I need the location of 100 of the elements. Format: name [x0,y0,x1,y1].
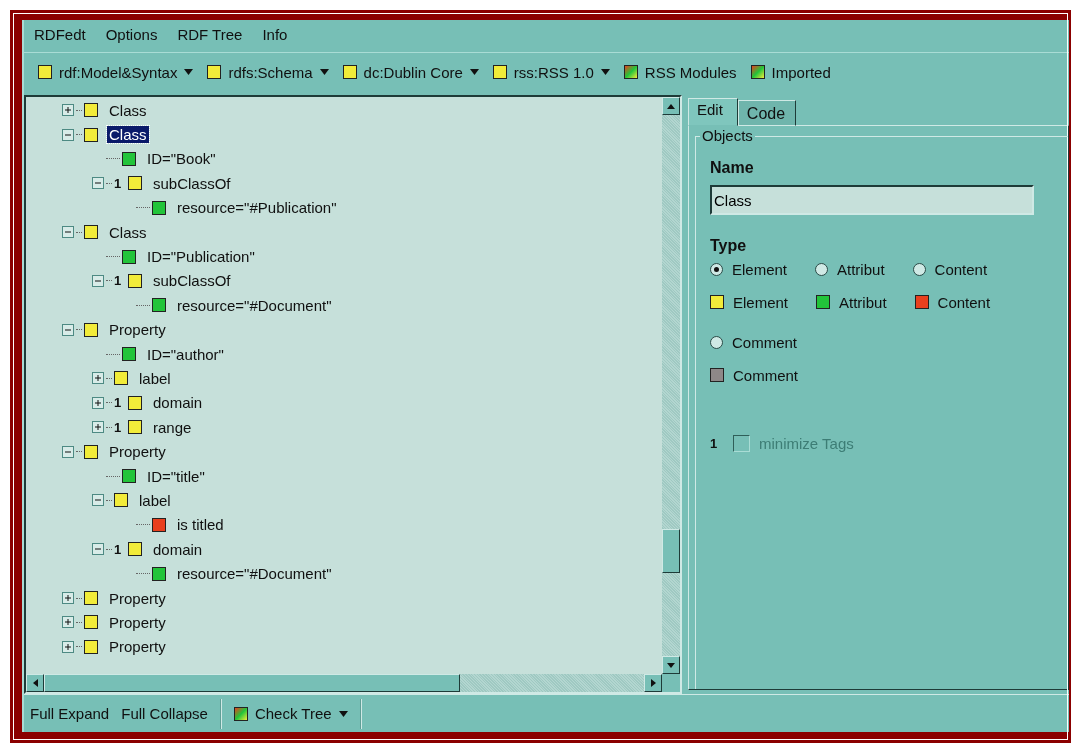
toolbar-item[interactable]: RSS Modules [644,63,737,81]
scroll-up-icon[interactable] [667,103,675,109]
node-type-icon [84,225,98,240]
node-type-icon [152,566,166,581]
radio-label[interactable]: Content [934,260,988,278]
legend-swatch [710,295,724,309]
field-label: Name [710,159,755,177]
radio-button[interactable] [710,335,723,349]
expand-icon[interactable] [62,104,74,117]
caret-icon[interactable] [338,710,348,717]
collapse-icon[interactable] [62,445,74,458]
collapse-icon[interactable] [92,543,104,556]
vertical-scrollbar[interactable] [662,97,680,674]
tree-item[interactable]: ID="Publication" [145,248,257,266]
expand-icon[interactable] [62,640,74,653]
namespace-icon[interactable] [623,65,638,79]
node-type-icon [128,176,142,191]
toolbar-item[interactable]: Imported [771,63,831,81]
tree-item[interactable]: resource="#Document" [175,565,334,583]
tree-item[interactable]: label [137,370,173,387]
namespace-icon[interactable] [342,65,357,79]
tree-item[interactable]: subClassOf [151,174,233,192]
expand-icon[interactable] [92,372,104,385]
collapse-icon[interactable] [92,177,104,190]
caret-icon[interactable] [469,69,479,75]
tab[interactable]: Edit [688,98,738,126]
collapse-icon[interactable] [92,274,104,287]
toolbar-button[interactable]: Full Expand [30,705,110,722]
node-type-icon [152,298,166,313]
node-type-icon [152,517,166,532]
toolbar-item[interactable]: rss:RSS 1.0 [513,63,594,81]
tab[interactable]: Code [737,100,797,126]
node-type-icon [114,371,128,386]
tree-item[interactable]: Class [107,101,149,119]
toolbar-button[interactable]: Check Tree [254,705,332,722]
cardinality-mark: 1 [710,435,719,451]
namespace-icon[interactable] [492,65,507,79]
tree-item[interactable]: is titled [175,516,226,534]
node-type-icon [84,322,98,337]
tree-item[interactable]: Property [107,613,168,631]
tree-item[interactable]: domain [151,394,205,412]
collapse-icon[interactable] [92,494,104,507]
tree-item[interactable]: range [151,418,194,436]
tree-item[interactable]: ID="author" [145,345,226,363]
legend-swatch [914,295,929,309]
tree-item[interactable]: Property [107,443,168,461]
menu-item[interactable]: RDFedt [34,26,86,46]
namespace-icon[interactable] [750,65,765,79]
horizontal-scrollbar[interactable] [26,674,662,692]
menu-item[interactable]: Options [105,26,158,46]
scroll-right-icon[interactable] [650,679,656,687]
scroll-down-icon[interactable] [667,662,675,668]
collapse-icon[interactable] [62,128,74,141]
namespace-icon[interactable] [207,65,222,79]
caret-icon[interactable] [184,69,194,75]
caret-icon[interactable] [319,69,329,75]
name-field[interactable]: Class [710,185,1034,215]
expand-icon[interactable] [92,396,104,409]
node-type-icon [122,151,136,166]
tree-item[interactable]: Property [107,589,168,607]
node-type-icon [114,493,128,508]
radio-button[interactable] [710,262,723,276]
tree-item[interactable]: resource="#Document" [175,296,334,314]
tree-item[interactable]: Class [107,126,149,144]
scroll-left-icon[interactable] [32,679,38,687]
legend-label: Content [937,293,991,311]
tree-item[interactable]: Class [107,223,149,241]
toolbar-item[interactable]: dc:Dublin Core [363,63,463,81]
menu-item[interactable]: Info [262,26,288,46]
legend-swatch [710,368,724,382]
cardinality-mark: 1 [114,541,123,557]
tree-item[interactable]: subClassOf [151,272,233,290]
tree-item[interactable]: Property [107,638,168,656]
radio-label[interactable]: Element [732,260,788,278]
collapse-icon[interactable] [62,226,74,239]
collapse-icon[interactable] [62,323,74,336]
toolbar-button[interactable]: Full Collapse [121,705,208,722]
expand-icon[interactable] [62,616,74,629]
tree-item[interactable]: label [137,491,173,509]
expand-icon[interactable] [92,421,104,434]
check-icon[interactable] [233,706,248,721]
tree-item[interactable]: Property [107,321,168,339]
legend-label: Element [733,293,789,311]
radio-label[interactable]: Attribut [837,260,885,278]
radio-button[interactable] [912,262,926,276]
tree-item[interactable]: ID="Book" [145,150,218,168]
tree-item[interactable]: domain [151,540,205,558]
radio-label[interactable]: Comment [732,333,798,351]
expand-icon[interactable] [62,592,74,604]
scroll-thumb[interactable] [662,529,680,573]
tree-item[interactable]: ID="title" [145,467,207,485]
toolbar-item[interactable]: rdfs:Schema [228,63,313,81]
node-type-icon [84,615,98,630]
radio-button[interactable] [815,262,829,276]
tree-item[interactable]: resource="#Publication" [175,199,339,217]
namespace-icon[interactable] [38,65,52,79]
toolbar-item[interactable]: rdf:Model&Syntax [59,63,178,81]
scroll-thumb[interactable] [44,674,460,692]
caret-icon[interactable] [600,69,610,75]
menu-item[interactable]: RDF Tree [177,26,243,46]
